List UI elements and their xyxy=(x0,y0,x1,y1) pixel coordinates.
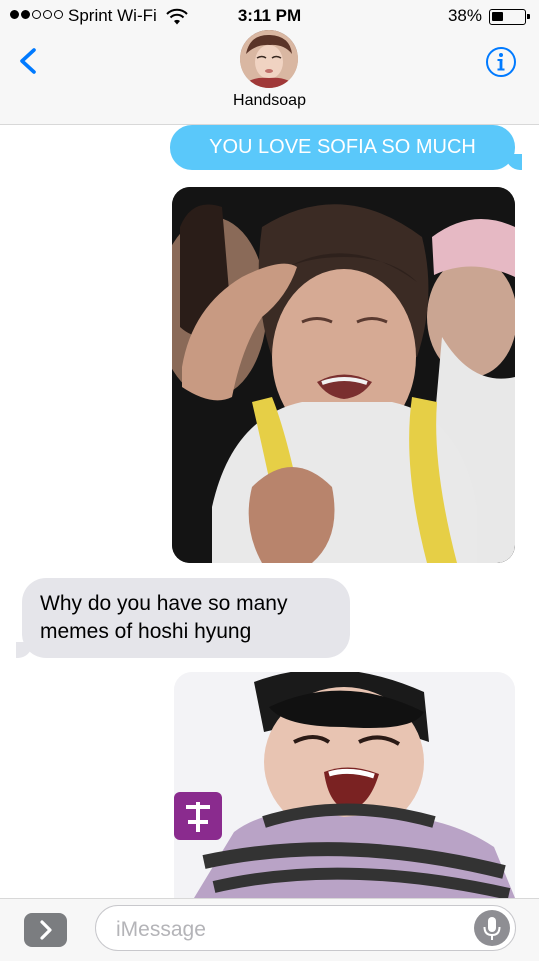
message-text: YOU LOVE SOFIA SO MUCH xyxy=(209,136,476,158)
back-chevron-icon[interactable] xyxy=(12,44,46,78)
message-text: Why do you have so many memes of hoshi h… xyxy=(40,592,288,643)
battery-percentage: 38% xyxy=(447,6,482,25)
contact-avatar[interactable] xyxy=(240,30,298,88)
battery-icon xyxy=(489,9,530,25)
outgoing-image-message[interactable] xyxy=(174,672,515,898)
outgoing-message-bubble[interactable]: YOU LOVE SOFIA SO MUCH xyxy=(170,125,522,170)
shouting-person-photo xyxy=(174,672,515,898)
microphone-button[interactable] xyxy=(474,910,510,946)
compose-bar xyxy=(0,898,539,961)
chevron-right-icon xyxy=(40,920,52,940)
outgoing-image-message[interactable] xyxy=(172,187,515,563)
apps-button[interactable] xyxy=(24,913,67,947)
contact-name[interactable]: Handsoap xyxy=(0,92,539,110)
info-icon[interactable] xyxy=(485,46,517,78)
message-input-field[interactable] xyxy=(95,905,516,951)
conversation-header: Handsoap xyxy=(0,30,539,125)
message-input[interactable] xyxy=(114,915,458,945)
incoming-message-bubble[interactable]: Why do you have so many memes of hoshi h… xyxy=(16,578,350,658)
crying-person-photo xyxy=(172,187,515,563)
microphone-icon xyxy=(483,917,501,940)
